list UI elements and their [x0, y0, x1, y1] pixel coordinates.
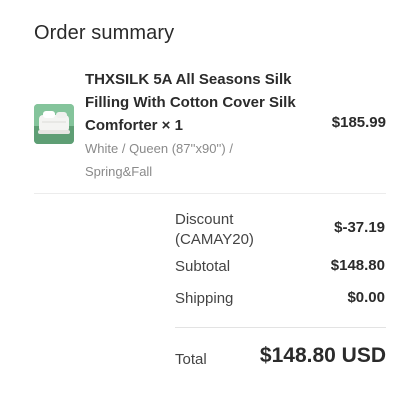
subtotal-label: Subtotal: [175, 258, 231, 275]
subtotal-row: Subtotal $148.80: [175, 257, 385, 277]
total-value: $148.80 USD: [259, 344, 386, 367]
total-row: Total $148.80 USD: [175, 342, 386, 376]
order-summary-title: Order summary: [34, 22, 175, 44]
total-divider: [175, 327, 386, 328]
total-label: Total: [175, 351, 207, 368]
discount-row: Discount (CAMAY20) $-37.19: [175, 210, 385, 250]
divider: [34, 193, 386, 194]
shipping-value: $0.00: [347, 289, 385, 306]
subtotal-value: $148.80: [330, 257, 385, 274]
shipping-row: Shipping $0.00: [175, 289, 385, 309]
product-image[interactable]: [34, 104, 74, 144]
order-summary-page: Order summary THXSILK 5A All Seasons Sil…: [0, 0, 420, 420]
shipping-label: Shipping: [175, 290, 234, 307]
product-variant: White / Queen (87''x90'') / Spring&Fall: [85, 141, 233, 179]
product-line-item[interactable]: THXSILK 5A All Seasons Silk Filling With…: [34, 66, 386, 182]
product-price: $185.99: [331, 114, 386, 131]
discount-label: Discount (CAMAY20): [175, 211, 254, 248]
comforter-image-icon: [34, 104, 74, 144]
product-name: THXSILK 5A All Seasons Silk Filling With…: [85, 71, 296, 134]
discount-value: $-37.19: [334, 219, 385, 236]
